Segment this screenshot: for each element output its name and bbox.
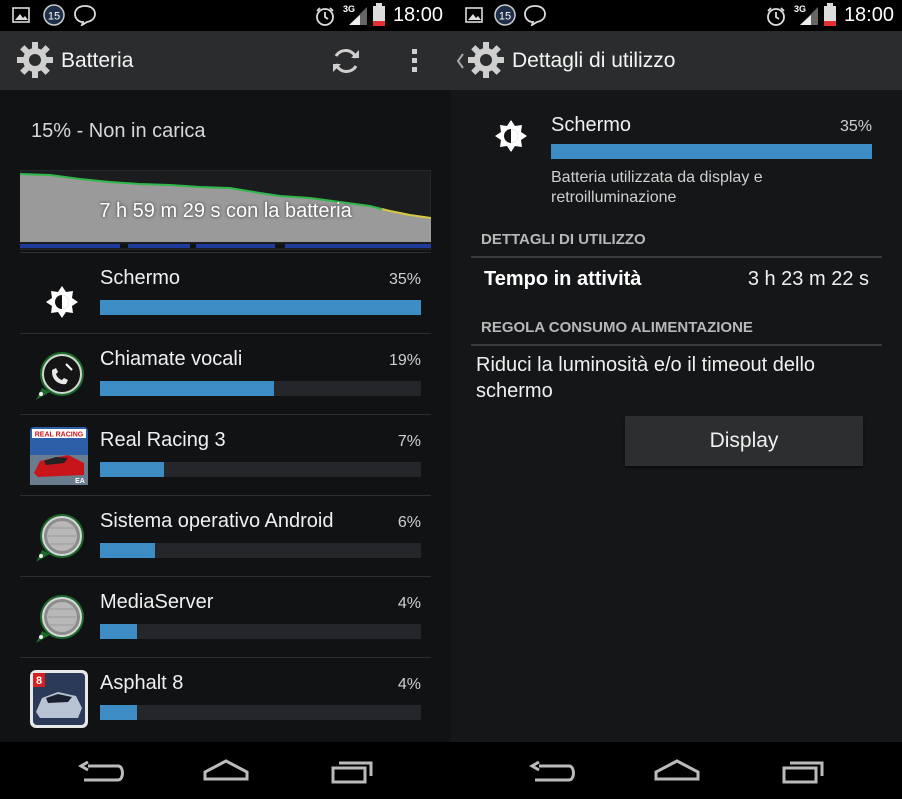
home-button-icon[interactable] xyxy=(653,758,701,782)
usage-details-screen: 15 3G 18:00 Dettagli di utilizzo Schermo… xyxy=(451,0,902,799)
active-time-label: Tempo in attività xyxy=(484,268,642,290)
battery-low-icon xyxy=(373,3,385,26)
badge-15-icon: 15 xyxy=(43,4,65,26)
badge-15-icon: 15 xyxy=(494,4,516,26)
brightness-icon xyxy=(46,286,78,318)
section-header-power: REGOLA CONSUMO ALIMENTAZIONE xyxy=(481,319,753,336)
page-title: Dettagli di utilizzo xyxy=(512,49,676,72)
badge-count: 15 xyxy=(499,11,511,23)
page-title: Batteria xyxy=(61,49,134,72)
asphalt-logo-text: 8 xyxy=(36,675,42,687)
badge-count: 15 xyxy=(48,11,60,23)
action-bar: Dettagli di utilizzo xyxy=(451,31,902,90)
settings-gear-icon[interactable] xyxy=(467,41,505,79)
usage-item-mediaserver[interactable]: MediaServer 4% xyxy=(20,576,431,657)
item-name: MediaServer xyxy=(100,591,214,613)
usage-item-chiamate-vocali[interactable]: Chiamate vocali 19% xyxy=(20,333,431,414)
usage-item-real-racing-3[interactable]: REAL RACING EA Real Racing 3 7% xyxy=(20,414,431,495)
charge-status: 15% - Non in carica xyxy=(31,120,206,142)
navigation-bar xyxy=(0,742,451,799)
ea-logo-text: EA xyxy=(75,478,85,485)
up-caret-icon[interactable] xyxy=(455,51,465,71)
usage-item-asphalt-8[interactable]: 8 Asphalt 8 4% xyxy=(20,657,431,738)
detail-item-percent: 35% xyxy=(839,118,872,135)
chat-bubble-icon xyxy=(524,5,546,26)
usage-bar xyxy=(100,705,421,720)
asphalt-app-icon: 8 xyxy=(30,670,88,728)
refresh-icon[interactable] xyxy=(330,45,362,77)
usage-bar-fill xyxy=(100,705,137,720)
recent-apps-button-icon[interactable] xyxy=(330,758,376,786)
item-name: Sistema operativo Android xyxy=(100,510,334,532)
phone-app-icon xyxy=(36,352,84,400)
usage-bar xyxy=(100,624,421,639)
android-system-icon xyxy=(36,514,84,562)
section-divider xyxy=(471,256,882,258)
detail-item-name: Schermo xyxy=(551,114,632,136)
usage-bar xyxy=(100,543,421,558)
image-icon xyxy=(465,7,483,23)
item-percent: 7% xyxy=(397,433,421,450)
clock: 18:00 xyxy=(392,4,443,26)
usage-bar xyxy=(100,381,421,396)
item-name: Real Racing 3 xyxy=(100,429,226,451)
chat-bubble-icon xyxy=(74,5,96,26)
item-percent: 19% xyxy=(388,352,421,369)
usage-bar-fill xyxy=(100,624,137,639)
item-name: Schermo xyxy=(100,267,181,289)
usage-bar-fill xyxy=(100,381,275,396)
navigation-bar xyxy=(451,742,902,799)
home-button-icon[interactable] xyxy=(202,758,250,782)
clock: 18:00 xyxy=(843,4,894,26)
item-percent: 4% xyxy=(397,595,421,612)
overflow-menu-icon[interactable] xyxy=(409,47,421,75)
display-settings-button[interactable]: Display xyxy=(625,416,863,466)
settings-gear-icon[interactable] xyxy=(16,41,54,79)
item-name: Asphalt 8 xyxy=(100,672,184,694)
detail-usage-bar xyxy=(551,144,872,159)
alarm-icon xyxy=(316,7,334,26)
usage-bar-fill xyxy=(100,462,165,477)
alarm-icon xyxy=(767,7,785,26)
action-bar: Batteria xyxy=(0,31,451,90)
section-header-usage: DETTAGLI DI UTILIZZO xyxy=(481,231,646,248)
active-time-value: 3 h 23 m 22 s xyxy=(747,268,869,290)
power-hint-text: Riduci la luminosità e/o il timeout dell… xyxy=(476,354,816,402)
usage-bar xyxy=(100,300,421,315)
network-type: 3G xyxy=(343,4,355,14)
usage-bar-fill xyxy=(100,543,156,558)
real-racing-logo-text: REAL RACING xyxy=(35,432,84,439)
network-type: 3G xyxy=(794,4,806,14)
usage-bar xyxy=(100,462,421,477)
signal-icon: 3G xyxy=(343,4,367,25)
brightness-icon xyxy=(495,120,527,152)
back-button-icon[interactable] xyxy=(78,760,124,784)
battery-duration-label: 7 h 59 m 29 s con la batteria xyxy=(99,200,352,222)
usage-item-sistema-operativo-android[interactable]: Sistema operativo Android 6% xyxy=(20,495,431,576)
item-percent: 6% xyxy=(397,514,421,531)
item-percent: 4% xyxy=(397,676,421,693)
back-button-icon[interactable] xyxy=(529,760,575,784)
battery-screen: 15 3G 18:00 Batteria 15% - Non in carica… xyxy=(0,0,451,799)
usage-item-schermo[interactable]: Schermo 35% xyxy=(20,252,431,333)
image-icon xyxy=(12,7,30,23)
signal-icon: 3G xyxy=(794,4,818,25)
usage-bar-fill xyxy=(100,300,421,315)
mediaserver-icon xyxy=(36,595,84,643)
section-divider xyxy=(471,344,882,346)
status-bar: 15 3G 18:00 xyxy=(0,0,451,31)
battery-low-icon xyxy=(824,3,836,26)
item-name: Chiamate vocali xyxy=(100,348,243,370)
item-percent: 35% xyxy=(388,271,421,288)
status-bar: 15 3G 18:00 xyxy=(451,0,902,31)
recent-apps-button-icon[interactable] xyxy=(781,758,827,786)
detail-item-description: Batteria utilizzata da display e retroil… xyxy=(551,169,763,206)
real-racing-app-icon: REAL RACING EA xyxy=(30,427,88,485)
